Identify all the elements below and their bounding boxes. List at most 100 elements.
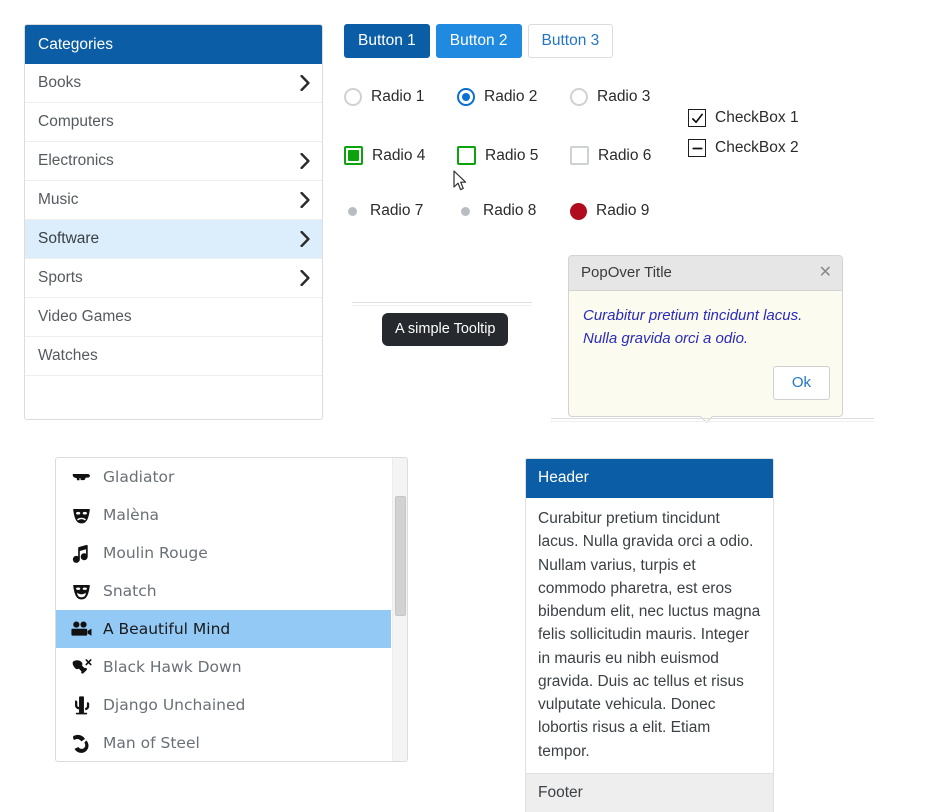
helicopter-icon (70, 656, 92, 678)
list-item[interactable]: Snatch (56, 572, 391, 610)
content-panel-body: Curabitur pretium tincidunt lacus. Nulla… (538, 510, 761, 760)
sidebar-item-computers[interactable]: Computers (25, 103, 322, 142)
chevron-right-icon (300, 231, 310, 247)
list-item[interactable]: Malèna (56, 496, 391, 534)
chevron-right-icon (300, 153, 310, 169)
radio-option-radio-4[interactable]: Radio 4 (344, 146, 439, 165)
movies-list: Gladiator Malèna Moulin Rouge Snatch A Beaut… (56, 458, 391, 761)
sidebar-item-label: Computers (38, 113, 114, 130)
list-item[interactable]: Gladiator (56, 458, 391, 496)
radio-option-radio-8[interactable]: Radio 8 (457, 202, 552, 220)
radio-option-radio-2[interactable]: Radio 2 (457, 88, 552, 106)
indeterminate-dash-icon[interactable] (688, 139, 706, 157)
chevron-right-icon (300, 192, 310, 208)
content-panel-footer: Footer (526, 772, 773, 812)
radio-label: Radio 2 (484, 88, 538, 105)
movies-listbox[interactable]: Gladiator Malèna Moulin Rouge Snatch A Beaut… (55, 457, 408, 762)
radio-circle-icon[interactable] (570, 88, 588, 106)
list-item[interactable]: A Beautiful Mind (56, 610, 391, 648)
sidebar-item-label: Music (38, 191, 79, 208)
list-item-label: Django Unchained (103, 696, 246, 714)
close-icon[interactable]: ✕ (819, 264, 832, 281)
movies-scrollbar[interactable] (392, 458, 407, 761)
radio-label: Radio 3 (597, 88, 651, 105)
chevron-right-icon (300, 270, 310, 286)
categories-panel-header: Categories (25, 25, 322, 64)
sidebar-item-video-games[interactable]: Video Games (25, 298, 322, 337)
content-panel: Header Curabitur pretium tincidunt lacus… (525, 458, 774, 812)
radio-option-radio-1[interactable]: Radio 1 (344, 88, 439, 106)
popover-body: Curabitur pretium tincidunt lacus. Nulla… (583, 307, 803, 347)
radio-option-radio-5[interactable]: Radio 5 (457, 146, 552, 165)
button-1-button[interactable]: Button 1 (344, 24, 430, 59)
list-item[interactable]: Moulin Rouge (56, 534, 391, 572)
checkbox-label: CheckBox 2 (715, 139, 799, 156)
radio-square-icon[interactable] (570, 146, 589, 165)
checkbox-option-checkbox-2[interactable]: CheckBox 2 (688, 133, 799, 163)
app-root: Categories Books Computers Electronics Musi… (0, 0, 931, 812)
list-item-label: Black Hawk Down (103, 658, 242, 676)
sad-mask-icon (70, 504, 92, 526)
sidebar-item-label: Books (38, 74, 82, 91)
radio-label: Radio 7 (370, 202, 424, 219)
checkmark-icon[interactable] (688, 109, 706, 127)
cape-icon (70, 732, 92, 754)
popover-header: PopOver Title ✕ (569, 256, 842, 291)
radio-option-radio-3[interactable]: Radio 3 (570, 88, 665, 106)
checkbox-group: CheckBox 1 CheckBox 2 (688, 103, 799, 163)
checkbox-label: CheckBox 1 (715, 109, 799, 126)
list-item-label: A Beautiful Mind (103, 620, 231, 638)
radio-label: Radio 1 (371, 88, 425, 105)
movies-scrollbar-thumb[interactable] (395, 496, 406, 616)
radio-group-circles: Radio 1 Radio 2 Radio 3 (344, 88, 683, 106)
chevron-right-icon (300, 75, 310, 91)
sidebar-item-label: Watches (38, 347, 98, 364)
radio-group-dots: Radio 7 Radio 8 Radio 9 (344, 202, 683, 220)
tooltip: A simple Tooltip (382, 313, 509, 346)
sidebar-item-label: Electronics (38, 152, 114, 169)
mouse-cursor (453, 170, 467, 191)
radio-label: Radio 5 (485, 146, 539, 164)
radio-square-icon[interactable] (344, 146, 363, 165)
list-item-label: Snatch (103, 582, 157, 600)
gun-icon (70, 466, 92, 488)
sidebar-item-music[interactable]: Music (25, 181, 322, 220)
sidebar-item-watches[interactable]: Watches (25, 337, 322, 376)
radio-dot-icon[interactable] (348, 206, 357, 216)
button-2-button[interactable]: Button 2 (435, 24, 522, 59)
sidebar-item-sports[interactable]: Sports (25, 259, 322, 298)
popover-ok-button[interactable]: Ok (772, 366, 830, 400)
sidebar-item-label: Software (38, 230, 100, 247)
radio-label: Radio 4 (372, 146, 426, 164)
radio-option-radio-7[interactable]: Radio 7 (344, 202, 439, 220)
radio-label: Radio 9 (596, 202, 650, 219)
list-item[interactable]: Man of Steel (56, 724, 391, 761)
sidebar-item-label: Video Games (38, 308, 132, 325)
popover: PopOver Title ✕ Curabitur pretium tincid… (568, 255, 843, 417)
sidebar-item-electronics[interactable]: Electronics (25, 142, 322, 181)
happy-mask-icon (70, 580, 92, 602)
radio-circle-icon[interactable] (457, 88, 475, 106)
sidebar-item-books[interactable]: Books (25, 64, 322, 103)
button-group: Button 1 Button 2 Button 3 (344, 24, 614, 59)
sidebar-item-software[interactable]: Software (25, 220, 322, 259)
radio-square-icon[interactable] (457, 146, 476, 165)
categories-panel: Categories Books Computers Electronics Musi… (24, 24, 323, 420)
radio-group-squares: Radio 4 Radio 5 Radio 6 (344, 146, 683, 165)
tooltip-divider (352, 302, 532, 306)
radio-option-radio-6[interactable]: Radio 6 (570, 146, 665, 165)
button-3-button[interactable]: Button 3 (527, 24, 614, 59)
radio-dot-icon[interactable] (570, 202, 587, 220)
radio-label: Radio 8 (483, 202, 537, 219)
list-item-label: Moulin Rouge (103, 544, 208, 562)
checkbox-option-checkbox-1[interactable]: CheckBox 1 (688, 103, 799, 133)
list-item[interactable]: Black Hawk Down (56, 648, 391, 686)
list-item[interactable]: Django Unchained (56, 686, 391, 724)
popover-divider (551, 418, 874, 422)
radio-dot-icon[interactable] (461, 206, 470, 216)
list-item-label: Gladiator (103, 468, 175, 486)
radio-label: Radio 6 (598, 146, 652, 164)
radio-option-radio-9[interactable]: Radio 9 (570, 202, 665, 220)
radio-circle-icon[interactable] (344, 88, 362, 106)
music-note-icon (70, 542, 92, 564)
